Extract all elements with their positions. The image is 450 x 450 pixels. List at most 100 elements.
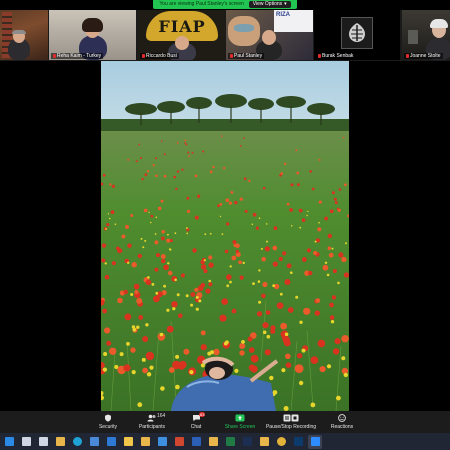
poppy-flower	[186, 196, 190, 200]
poppy-flower	[298, 208, 303, 213]
reactions-label: Reactions	[330, 424, 354, 430]
yellow-flower	[127, 261, 130, 264]
reactions-button[interactable]: Reactions	[321, 411, 363, 433]
share-screen-button[interactable]: Share Screen	[219, 411, 261, 433]
participant-name: Burak Senbak	[316, 53, 356, 59]
chat-button[interactable]: 83 Chat	[175, 411, 217, 433]
poppy-flower	[161, 236, 165, 241]
yellow-flower	[266, 240, 268, 243]
taskbar-windows-button[interactable]	[2, 435, 16, 449]
windows-taskbar	[0, 433, 450, 450]
taskbar-zoom-button[interactable]	[308, 434, 322, 449]
taskbar-app-button[interactable]	[138, 435, 152, 449]
participant-tile[interactable]: FIAP Riccardo Busi	[138, 10, 225, 60]
yellow-flower	[284, 332, 289, 337]
taskbar-lightroom-button[interactable]	[240, 435, 254, 449]
yellow-flower	[343, 372, 348, 378]
poppy-flower	[142, 336, 149, 342]
poppy-flower	[213, 348, 220, 356]
poppy-flower	[308, 270, 313, 276]
mail-icon	[106, 437, 116, 446]
taskbar-files-button[interactable]	[121, 435, 135, 449]
yellow-flower	[142, 246, 145, 249]
poppy-flower	[109, 347, 117, 355]
yellow-flower	[140, 237, 143, 240]
taskbar-app-button[interactable]	[206, 435, 220, 449]
participant-name: Joanne Stolte	[404, 53, 443, 59]
view-options-button[interactable]: View Options ▾	[248, 1, 291, 8]
poppy-flower	[341, 335, 349, 343]
participant-tile[interactable]: Joanne Stolte	[402, 10, 450, 60]
participant-tile[interactable]: Burak Senbak	[314, 10, 400, 60]
poppy-flower	[338, 188, 342, 191]
poppy-flower	[239, 145, 242, 147]
taskbar-search-button[interactable]	[36, 435, 50, 449]
muted-mic-icon	[53, 54, 56, 58]
task-view-icon	[21, 437, 31, 446]
meeting-toolbar: Security 164 Participants 83 Chat Share …	[0, 411, 450, 433]
avatar	[341, 17, 373, 49]
poppy-flower	[181, 168, 184, 171]
taskbar-edge-button[interactable]	[70, 435, 84, 449]
poppy-flower	[313, 250, 318, 256]
poppy-flower	[239, 275, 244, 280]
app-icon	[55, 437, 65, 446]
yellow-flower	[299, 226, 302, 229]
yellow-flower	[146, 372, 152, 377]
muted-mic-icon	[230, 54, 233, 58]
participant-tile[interactable]	[0, 10, 48, 60]
yellow-flower	[318, 221, 320, 224]
poppy-flower	[238, 260, 243, 265]
taskbar-task-view-button[interactable]	[19, 435, 33, 449]
poppy-flower	[231, 255, 237, 261]
poppy-flower	[329, 209, 334, 213]
yellow-flower	[105, 228, 107, 230]
yellow-flower	[141, 357, 146, 362]
poppy-flower	[248, 179, 251, 183]
record-button[interactable]: Pause/Stop Recording	[263, 411, 319, 433]
taskbar-word-button[interactable]	[189, 435, 203, 449]
taskbar-photoshop-button[interactable]	[291, 435, 305, 449]
participant-tile[interactable]: Reha Kaim - Turkey	[49, 10, 136, 60]
poppy-flower	[186, 209, 191, 213]
security-button[interactable]: Security	[87, 411, 129, 433]
search-icon	[38, 437, 48, 446]
yellow-flower	[272, 284, 276, 288]
participant-tile[interactable]: RIZA Paul Stanley	[226, 10, 313, 60]
poppy-flower	[161, 258, 166, 264]
participant-name: Riccardo Busi	[140, 53, 179, 59]
poppy-flower	[285, 362, 292, 369]
yellow-flower	[208, 279, 211, 283]
poppy-flower	[333, 197, 337, 201]
taskbar-excel-button[interactable]	[223, 435, 237, 449]
taskbar-app-button[interactable]	[257, 435, 271, 449]
poppy-flower	[160, 199, 164, 203]
app-icon	[259, 437, 269, 446]
taskbar-mail-button[interactable]	[104, 435, 118, 449]
poppy-flower	[230, 191, 234, 194]
taskbar-photos-button[interactable]	[155, 435, 169, 449]
pause-stop-icon	[283, 414, 299, 422]
taskbar-store-button[interactable]	[87, 435, 101, 449]
poppy-flower	[289, 208, 293, 212]
poppy-flower	[155, 174, 158, 178]
poppy-flower	[222, 166, 226, 170]
yellow-flower	[190, 303, 194, 307]
participants-label: Participants	[138, 424, 166, 430]
poppy-flower	[140, 157, 142, 160]
yellow-flower	[326, 364, 332, 369]
poppy-flower	[306, 248, 311, 253]
poppy-flower	[278, 256, 283, 262]
yellow-flower	[209, 232, 212, 235]
poppy-flower	[248, 347, 255, 353]
yellow-flower	[131, 325, 136, 329]
participants-button[interactable]: 164 Participants	[131, 411, 173, 433]
taskbar-powerpoint-button[interactable]	[172, 435, 186, 449]
share-screen-icon	[235, 414, 245, 422]
taskbar-app-button[interactable]	[53, 435, 67, 449]
poppy-flower	[209, 170, 213, 174]
yellow-flower	[242, 261, 245, 265]
yellow-flower	[326, 273, 330, 277]
poppy-flower	[106, 340, 112, 346]
taskbar-chrome-button[interactable]	[274, 435, 288, 449]
